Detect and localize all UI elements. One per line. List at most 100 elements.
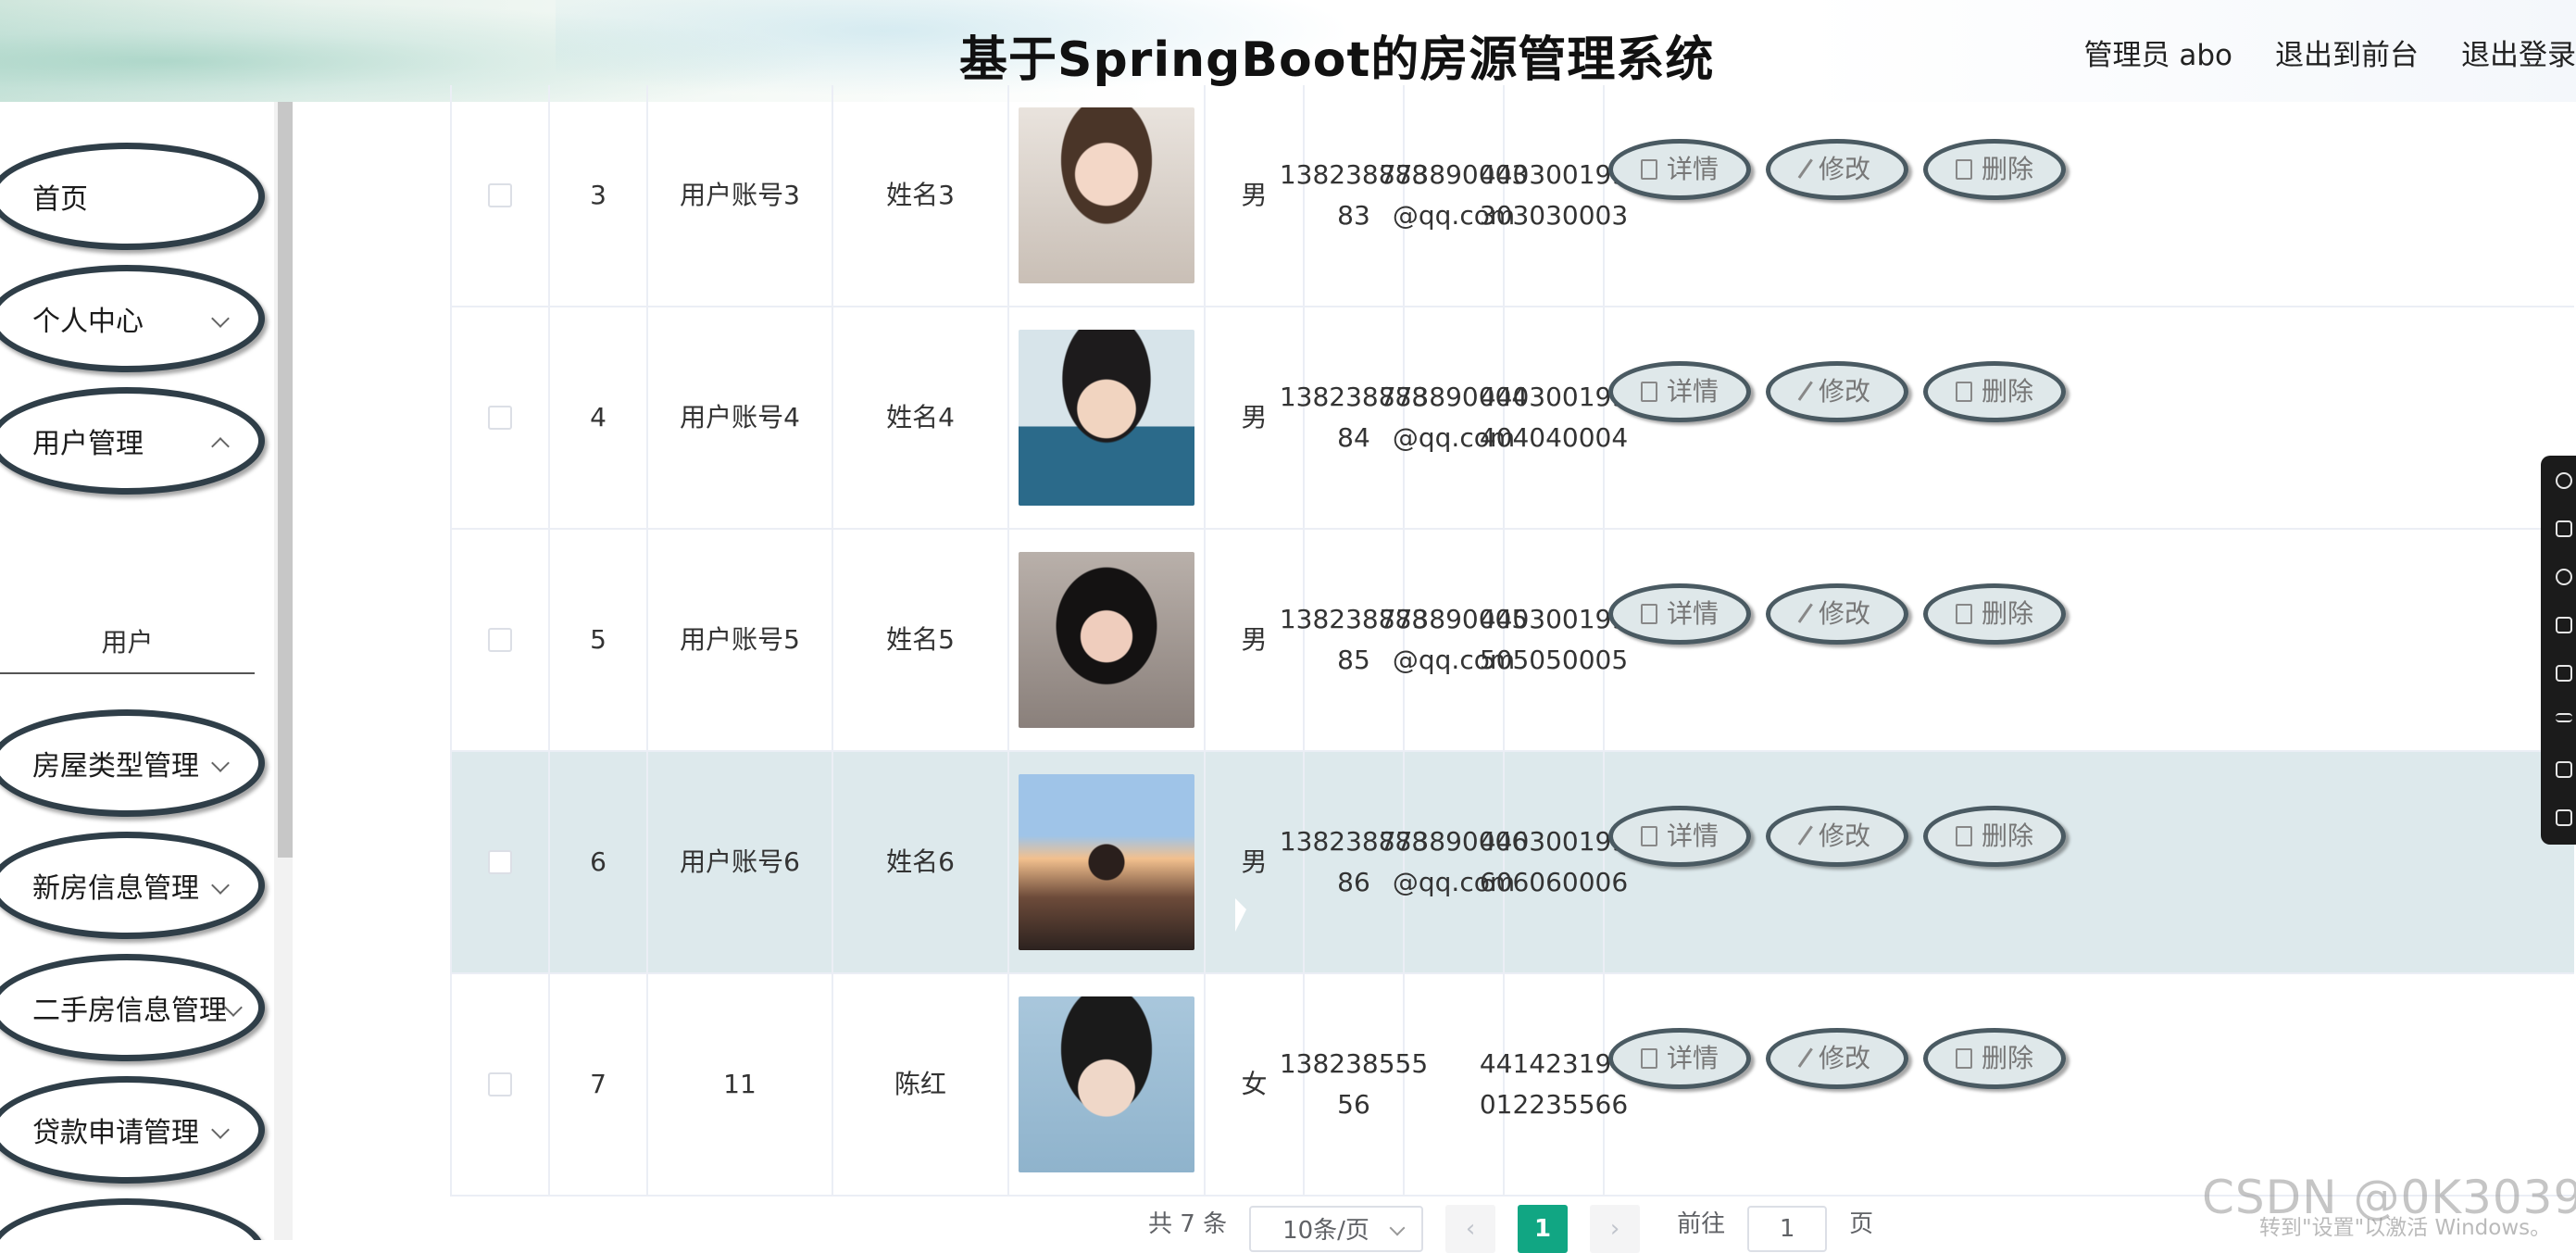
sidebar-item-home[interactable]: 首页 xyxy=(0,143,265,250)
actions-cell: 详情 修改 删除 xyxy=(1605,974,2576,1195)
account-cell: 用户账号3 xyxy=(648,85,833,306)
checkbox-cell xyxy=(452,307,550,528)
table-row[interactable]: 3用户账号3姓名3男138238888 83773890003 @qq.com4… xyxy=(450,85,2574,307)
detail-button[interactable]: 详情 xyxy=(1608,361,1751,422)
trash-icon xyxy=(1956,604,1972,624)
edit-button-label: 修改 xyxy=(1819,371,1870,412)
trash-icon xyxy=(1956,1048,1972,1069)
page-suffix: 页 xyxy=(1849,1205,1873,1239)
phone-cell: 138238555 56 xyxy=(1305,974,1405,1195)
sidebar-scrollbar-thumb[interactable] xyxy=(278,102,293,858)
chevron-down-icon xyxy=(211,1121,230,1139)
photo-cell xyxy=(1009,530,1206,750)
swap-icon[interactable] xyxy=(2556,713,2572,722)
delete-button[interactable]: 删除 xyxy=(1923,806,2066,867)
id-card-cell: 440300199 303030003 xyxy=(1505,85,1605,306)
detail-button[interactable]: 详情 xyxy=(1608,806,1751,867)
avatar xyxy=(1019,552,1194,728)
sidebar-item-label: 贷款申请管理 xyxy=(32,1109,199,1150)
name-cell: 姓名4 xyxy=(833,307,1009,528)
flame-icon[interactable] xyxy=(2556,520,2572,537)
prev-page-button[interactable]: ‹ xyxy=(1445,1205,1495,1253)
goto-page-input[interactable]: 1 xyxy=(1747,1206,1827,1252)
name-cell: 姓名5 xyxy=(833,530,1009,750)
table-row[interactable]: 711陈红女138238555 56441423197 012235566详情修… xyxy=(450,974,2574,1197)
row-checkbox[interactable] xyxy=(488,1072,512,1096)
avatar xyxy=(1019,996,1194,1172)
document-icon xyxy=(1641,604,1657,624)
row-checkbox[interactable] xyxy=(488,628,512,652)
delete-button[interactable]: 删除 xyxy=(1923,139,2066,200)
camera-icon[interactable] xyxy=(2556,809,2572,826)
table-row[interactable]: 5用户账号5姓名5男138238888 85773890005 @qq.com4… xyxy=(450,530,2574,752)
pencil-icon xyxy=(1798,825,1816,846)
sidebar-item-label: 二手房信息管理 xyxy=(32,987,227,1028)
next-page-button[interactable]: › xyxy=(1590,1205,1640,1253)
checkbox-cell xyxy=(452,85,550,306)
sidebar-item-loan-application[interactable]: 贷款申请管理 xyxy=(0,1076,265,1184)
sidebar-item-house-type[interactable]: 房屋类型管理 xyxy=(0,709,265,817)
chevron-down-icon xyxy=(211,309,230,328)
edit-button-label: 修改 xyxy=(1819,1038,1870,1079)
sidebar-item-label: 预约看房管理 xyxy=(32,1232,199,1240)
sidebar-item-user-management[interactable]: 用户管理 xyxy=(0,387,265,495)
detail-button-label: 详情 xyxy=(1667,594,1719,634)
detail-button[interactable]: 详情 xyxy=(1608,583,1751,645)
goto-label: 前往 xyxy=(1677,1205,1725,1239)
sidebar-item-second-hand-house[interactable]: 二手房信息管理 xyxy=(0,954,265,1061)
edit-button[interactable]: 修改 xyxy=(1766,139,1908,200)
sidebar: 首页 个人中心 用户管理 用户 房屋类型管理 新房信息管理 二手房信息管理 贷款… xyxy=(0,102,278,1240)
export-icon[interactable] xyxy=(2556,761,2572,778)
video-icon[interactable] xyxy=(2556,617,2572,633)
sidebar-subitem-user[interactable]: 用户 xyxy=(0,609,255,674)
checkbox-cell xyxy=(452,530,550,750)
photo-cell xyxy=(1009,307,1206,528)
edit-button-label: 修改 xyxy=(1819,594,1870,634)
id-card-cell: 440300199 606060006 xyxy=(1505,752,1605,972)
actions-cell: 详情 修改删除 xyxy=(1605,85,2576,306)
sidebar-item-personal-center[interactable]: 个人中心 xyxy=(0,265,265,372)
id-card-cell: 441423197 012235566 xyxy=(1505,974,1605,1195)
document-icon xyxy=(1641,382,1657,402)
sidebar-item-viewing-appointment[interactable]: 预约看房管理 xyxy=(0,1198,265,1240)
page-size-select[interactable]: 10条/页 xyxy=(1249,1206,1423,1252)
pencil-icon xyxy=(1798,158,1816,180)
index-cell: 6 xyxy=(550,752,648,972)
page-number-button[interactable]: 1 xyxy=(1518,1205,1568,1253)
photo-cell xyxy=(1009,85,1206,306)
sidebar-item-new-house[interactable]: 新房信息管理 xyxy=(0,832,265,939)
detail-button-label: 详情 xyxy=(1667,149,1719,190)
edit-button[interactable]: 修改 xyxy=(1766,361,1908,422)
row-checkbox[interactable] xyxy=(488,850,512,874)
edit-button[interactable]: 修改 xyxy=(1766,1028,1908,1089)
edit-button[interactable]: 修改 xyxy=(1766,806,1908,867)
exit-to-front-link[interactable]: 退出到前台 xyxy=(2275,31,2419,73)
table-row[interactable]: 6用户账号6姓名6男138238888 86773890006 @qq.com4… xyxy=(450,752,2574,974)
sidebar-item-label: 房屋类型管理 xyxy=(32,743,199,783)
detail-button-label: 详情 xyxy=(1667,371,1719,412)
row-checkbox[interactable] xyxy=(488,183,512,207)
id-card-cell: 440300199 505050005 xyxy=(1505,530,1605,750)
pagination: 共 7 条 10条/页 ‹ 1 › 前往 1 页 xyxy=(1148,1204,1873,1240)
delete-button[interactable]: 删除 xyxy=(1923,361,2066,422)
search-icon[interactable] xyxy=(2556,472,2572,489)
detail-button[interactable]: 详情 xyxy=(1608,1028,1751,1089)
account-cell: 11 xyxy=(648,974,833,1195)
clock-icon[interactable] xyxy=(2556,569,2572,585)
avatar xyxy=(1019,774,1194,950)
chevron-right-icon: › xyxy=(1610,1215,1619,1243)
delete-button[interactable]: 删除 xyxy=(1923,583,2066,645)
logout-link[interactable]: 退出登录 xyxy=(2461,31,2576,73)
checkbox-cell xyxy=(452,974,550,1195)
row-checkbox[interactable] xyxy=(488,406,512,430)
play-icon[interactable] xyxy=(2556,665,2572,682)
detail-button-label: 详情 xyxy=(1667,1038,1719,1079)
edit-button[interactable]: 修改 xyxy=(1766,583,1908,645)
table-row[interactable]: 4用户账号4姓名4男138238888 84773890004 @qq.com4… xyxy=(450,307,2574,530)
avatar xyxy=(1019,330,1194,506)
photo-cell xyxy=(1009,974,1206,1195)
detail-button[interactable]: 详情 xyxy=(1608,139,1751,200)
index-cell: 4 xyxy=(550,307,648,528)
delete-button[interactable]: 删除 xyxy=(1923,1028,2066,1089)
id-card-cell: 440300199 404040004 xyxy=(1505,307,1605,528)
